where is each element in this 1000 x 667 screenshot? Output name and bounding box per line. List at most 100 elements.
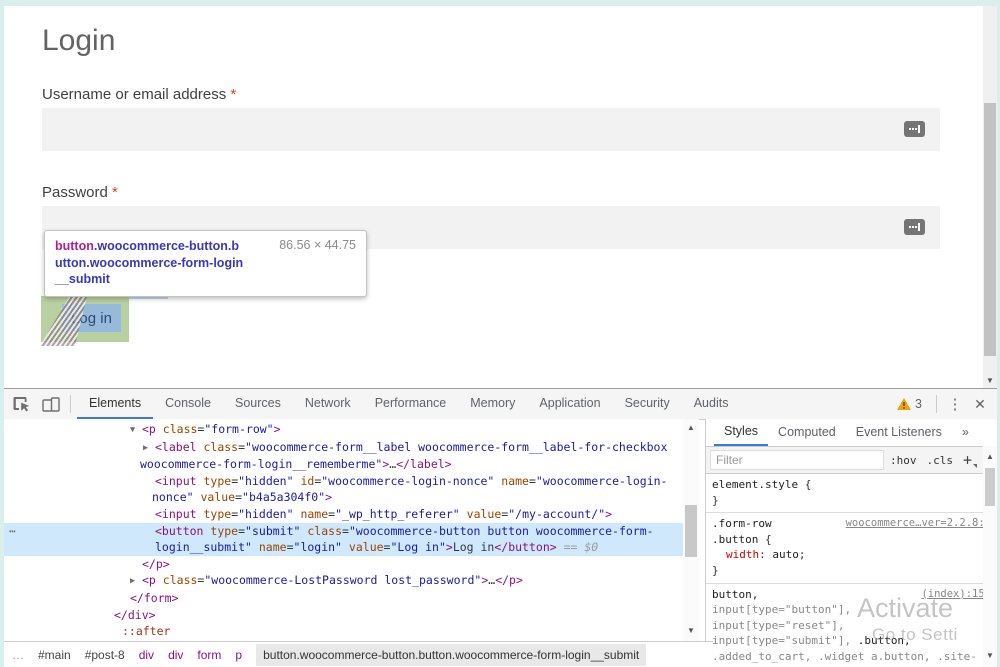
screen: Login Username or email address * Passwo… bbox=[0, 0, 1000, 667]
styles-scrollbar-thumb[interactable] bbox=[985, 468, 995, 506]
tab-security[interactable]: Security bbox=[613, 389, 682, 417]
tab-performance[interactable]: Performance bbox=[363, 389, 459, 417]
tooltip-class: utton.woocommerce-form-login bbox=[55, 255, 267, 272]
tooltip-class: __submit bbox=[55, 271, 267, 288]
dom-tree-line[interactable]: </p> bbox=[4, 556, 683, 573]
toolbar-separator bbox=[936, 395, 937, 413]
username-label: Username or email address * bbox=[42, 86, 236, 103]
page-viewport: Login Username or email address * Passwo… bbox=[4, 6, 997, 388]
tab-elements[interactable]: Elements bbox=[77, 389, 153, 419]
dom-tree-line[interactable]: </form> bbox=[4, 590, 683, 607]
breadcrumb-bar: …#main#post-8divdivformpbutton.woocommer… bbox=[4, 641, 713, 667]
css-rule-line[interactable]: input[type="submit"], .button, bbox=[712, 633, 991, 649]
browser-window: Login Username or email address * Passwo… bbox=[4, 6, 997, 667]
sidebar-tab-event-listeners[interactable]: Event Listeners bbox=[846, 420, 952, 445]
tooltip-tag: button bbox=[55, 239, 94, 253]
warning-badge[interactable]: 3 bbox=[897, 397, 922, 411]
username-label-text: Username or email address bbox=[42, 86, 226, 103]
dom-tree: ▼<p class="form-row">▶<label class="wooc… bbox=[4, 419, 683, 642]
dom-tree-line[interactable]: ▼<p class="form-row"> bbox=[4, 421, 683, 439]
dom-tree-line[interactable]: ::after bbox=[4, 623, 683, 640]
breadcrumb-item[interactable]: #main bbox=[38, 648, 71, 662]
elements-scrollbar[interactable]: ▲ ▼ bbox=[683, 419, 699, 642]
tab-audits[interactable]: Audits bbox=[682, 389, 741, 417]
tooltip-class: .woocommerce-button.b bbox=[94, 239, 239, 253]
devtools-tabs: ElementsConsoleSourcesNetworkPerformance… bbox=[77, 389, 740, 419]
close-devtools-icon[interactable]: ✕ bbox=[967, 396, 993, 413]
warning-icon bbox=[897, 398, 911, 410]
scroll-up-icon[interactable]: ▲ bbox=[983, 450, 997, 464]
styles-sidebar: StylesComputedEvent Listeners» :hov .cls… bbox=[706, 419, 997, 667]
page-scrollbar[interactable]: ▼ bbox=[983, 6, 997, 388]
styles-filter-input[interactable] bbox=[710, 450, 884, 470]
css-rule-line[interactable]: input[type="reset"], bbox=[712, 618, 991, 634]
devtools-toolbar-right: 3 ⋮ ✕ bbox=[897, 395, 997, 413]
inspect-element-icon[interactable] bbox=[8, 391, 34, 417]
css-rule-line[interactable]: } bbox=[712, 493, 991, 509]
css-rule-line[interactable]: } bbox=[712, 563, 991, 579]
row-menu-icon[interactable]: ⋯ bbox=[9, 523, 17, 540]
scroll-up-icon[interactable]: ▲ bbox=[683, 421, 699, 435]
inspect-tooltip: button.woocommerce-button.b utton.woocom… bbox=[44, 230, 367, 297]
tab-memory[interactable]: Memory bbox=[458, 389, 527, 417]
breadcrumb-item[interactable]: div bbox=[168, 648, 183, 662]
password-label: Password * bbox=[42, 184, 118, 201]
pseudo-state-toggle[interactable]: :hov bbox=[890, 454, 917, 467]
device-toolbar-icon[interactable] bbox=[38, 391, 64, 417]
devtools-toolbar: ElementsConsoleSourcesNetworkPerformance… bbox=[4, 389, 997, 420]
dom-tree-line[interactable]: <input type="hidden" id="woocommerce-log… bbox=[4, 473, 683, 490]
dom-tree-line[interactable]: ▶<p class="woocommerce-LostPassword lost… bbox=[4, 572, 683, 590]
stylesheet-link[interactable]: (index):155 bbox=[921, 587, 991, 603]
toolbar-separator bbox=[70, 395, 71, 413]
tab-console[interactable]: Console bbox=[153, 389, 223, 417]
scroll-down-icon[interactable]: ▼ bbox=[983, 374, 997, 388]
sidebar-tabs: StylesComputedEvent Listeners» bbox=[706, 419, 997, 447]
more-options-icon[interactable]: ⋮ bbox=[943, 395, 967, 413]
css-rule-line[interactable]: input[type="button"], bbox=[712, 602, 991, 618]
css-rule-line[interactable]: .added_to_cart, .widget a.button, .site- bbox=[712, 649, 991, 665]
breadcrumb-item[interactable]: form bbox=[197, 648, 221, 662]
warning-count: 3 bbox=[915, 397, 922, 411]
sidebar-tab-styles[interactable]: Styles bbox=[714, 419, 768, 446]
scroll-down-icon[interactable]: ▼ bbox=[983, 649, 997, 663]
page-scrollbar-thumb[interactable] bbox=[984, 103, 996, 356]
css-rules: element.style {} woocommerce…ver=2.2.8:1.… bbox=[706, 474, 997, 667]
breadcrumb-item[interactable]: p bbox=[235, 648, 242, 662]
dom-tree-line[interactable]: woocommerce-form-login__rememberme">…</l… bbox=[4, 456, 683, 473]
breadcrumb-item[interactable]: div bbox=[139, 648, 154, 662]
stylesheet-link[interactable]: woocommerce…ver=2.2.8:1 bbox=[846, 516, 991, 532]
sidebar-tab-computed[interactable]: Computed bbox=[768, 420, 846, 445]
dom-tree-line[interactable]: login__submit" name="login" value="Log i… bbox=[4, 539, 683, 556]
css-rule-line[interactable]: (index):155button, bbox=[712, 587, 991, 603]
sidebar-tab--[interactable]: » bbox=[952, 420, 979, 445]
breadcrumb-item[interactable]: #post-8 bbox=[85, 648, 125, 662]
dom-tree-line[interactable]: </div> bbox=[4, 607, 683, 624]
class-toggle[interactable]: .cls bbox=[926, 454, 953, 467]
page-title: Login bbox=[42, 24, 115, 58]
required-asterisk: * bbox=[230, 86, 236, 103]
tab-application[interactable]: Application bbox=[527, 389, 612, 417]
dom-tree-line[interactable]: <input type="hidden" name="_wp_http_refe… bbox=[4, 506, 683, 523]
tab-network[interactable]: Network bbox=[293, 389, 363, 417]
css-rule-line[interactable]: woocommerce…ver=2.2.8:1.form-row bbox=[712, 516, 991, 532]
breadcrumb-item[interactable]: … bbox=[12, 648, 24, 662]
form-filler-icon[interactable] bbox=[904, 219, 925, 235]
css-rule-line[interactable]: width: auto; bbox=[712, 547, 991, 563]
styles-scrollbar[interactable]: ▲ ▼ bbox=[983, 446, 997, 667]
new-style-rule-button[interactable]: + bbox=[963, 451, 977, 469]
elements-scrollbar-thumb[interactable] bbox=[685, 505, 697, 557]
css-rule-line[interactable]: element.style { bbox=[712, 477, 991, 493]
css-rule-line[interactable]: .button { bbox=[712, 532, 991, 548]
tooltip-dimensions: 86.56 × 44.75 bbox=[279, 238, 356, 288]
form-filler-icon[interactable] bbox=[904, 121, 925, 137]
styles-filter-row: :hov .cls + bbox=[706, 447, 997, 474]
dom-tree-line[interactable]: nonce" value="b4a5a304f0"> bbox=[4, 489, 683, 506]
dom-tree-line[interactable]: ▶<label class="woocommerce-form__label w… bbox=[4, 439, 683, 457]
dom-tree-line[interactable]: ⋯<button type="submit" class="woocommerc… bbox=[4, 523, 683, 540]
scroll-down-icon[interactable]: ▼ bbox=[683, 624, 699, 638]
devtools-panel: ElementsConsoleSourcesNetworkPerformance… bbox=[4, 388, 997, 667]
breadcrumb-item[interactable]: button.woocommerce-button.button.woocomm… bbox=[256, 644, 646, 666]
tab-sources[interactable]: Sources bbox=[223, 389, 293, 417]
required-asterisk: * bbox=[112, 184, 118, 201]
username-input[interactable] bbox=[42, 108, 940, 151]
